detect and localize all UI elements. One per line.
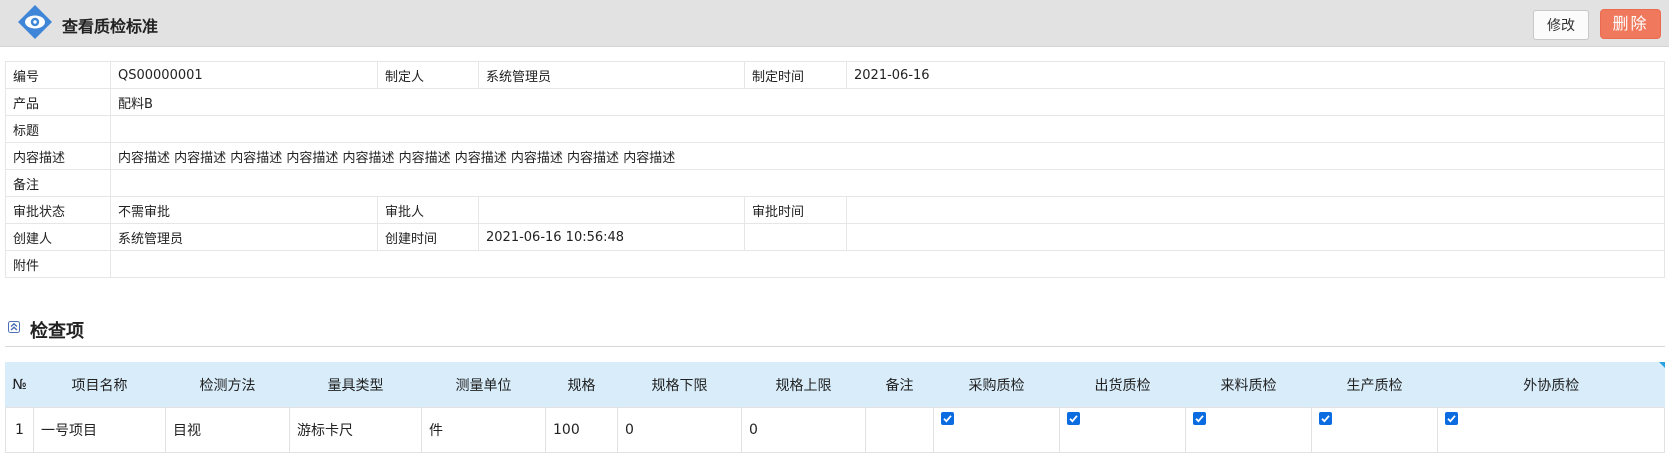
upper-limit-cell: 0 (741, 407, 866, 453)
check-icon (1447, 415, 1456, 423)
remark-label: 备注 (5, 169, 111, 197)
create-time-label: 创建时间 (377, 223, 479, 251)
production-qc-checkbox[interactable] (1319, 412, 1332, 425)
check-icon (1321, 415, 1330, 423)
check-items-table: № 项目名称 检测方法 量具类型 测量单位 规格 规格下限 规格上限 备注 采购… (5, 362, 1665, 453)
detail-row: 内容描述 内容描述 内容描述 内容描述 内容描述 内容描述 内容描述 内容描述 … (5, 142, 1665, 170)
collapse-icon[interactable] (8, 321, 20, 333)
detail-row: 审批状态 不需审批 审批人 审批时间 (5, 196, 1665, 224)
subject-label: 标题 (5, 115, 111, 143)
column-header: № (5, 362, 34, 408)
content-value: 内容描述 内容描述 内容描述 内容描述 内容描述 内容描述 内容描述 内容描述 … (110, 142, 1665, 170)
empty-cell (846, 223, 1665, 251)
attachment-value[interactable] (110, 250, 1665, 278)
edit-button[interactable]: 修改 (1533, 10, 1589, 40)
remark-value (110, 169, 1665, 197)
column-header: 测量单位 (421, 362, 546, 408)
make-time-label: 制定时间 (744, 61, 847, 89)
purchase-qc-checkbox[interactable] (941, 412, 954, 425)
outsource-qc-checkbox[interactable] (1445, 412, 1458, 425)
attachment-label: 附件 (5, 250, 111, 278)
detail-row: 附件 (5, 250, 1665, 278)
approval-time-label: 审批时间 (744, 196, 847, 224)
column-header: 检测方法 (165, 362, 290, 408)
page-header: 查看质检标准 修改 删除 (0, 0, 1669, 47)
code-label: 编号 (5, 61, 111, 89)
production-qc-cell (1311, 407, 1438, 453)
remark-cell (865, 407, 934, 453)
creator-value: 系统管理员 (110, 223, 378, 251)
column-header: 规格下限 (617, 362, 742, 408)
detail-row: 创建人 系统管理员 创建时间 2021-06-16 10:56:48 (5, 223, 1665, 251)
table-row: 1 一号项目 目视 游标卡尺 件 100 0 0 (5, 407, 1665, 453)
column-header: 项目名称 (33, 362, 166, 408)
detail-row: 备注 (5, 169, 1665, 197)
approval-time-value (846, 196, 1665, 224)
section-title: 检查项 (30, 321, 84, 342)
approver-label: 审批人 (377, 196, 479, 224)
check-icon (1069, 415, 1078, 423)
maker-label: 制定人 (377, 61, 479, 89)
column-header: 量具类型 (289, 362, 422, 408)
table-header-row: № 项目名称 检测方法 量具类型 测量单位 规格 规格下限 规格上限 备注 采购… (5, 362, 1665, 408)
creator-label: 创建人 (5, 223, 111, 251)
create-time-value: 2021-06-16 10:56:48 (478, 223, 745, 251)
check-icon (1195, 415, 1204, 423)
empty-cell (744, 223, 847, 251)
subject-value (110, 115, 1665, 143)
maker-value: 系统管理员 (478, 61, 745, 89)
corner-marker (1659, 362, 1665, 368)
purchase-qc-cell (933, 407, 1060, 453)
shipment-qc-cell (1059, 407, 1186, 453)
make-time-value: 2021-06-16 (846, 61, 1665, 89)
product-label: 产品 (5, 88, 111, 116)
item-name-cell: 一号项目 (33, 407, 166, 453)
detail-row: 产品 配料B (5, 88, 1665, 116)
column-header: 来料质检 (1185, 362, 1312, 408)
lower-limit-cell: 0 (617, 407, 742, 453)
delete-button[interactable]: 删除 (1600, 9, 1661, 39)
page-title: 查看质检标准 (62, 17, 159, 36)
column-header: 生产质检 (1311, 362, 1438, 408)
unit-cell: 件 (421, 407, 546, 453)
row-number: 1 (5, 407, 34, 453)
gauge-cell: 游标卡尺 (289, 407, 422, 453)
detail-table: 编号 QS00000001 制定人 系统管理员 制定时间 2021-06-16 … (5, 61, 1665, 278)
outsource-qc-cell (1437, 407, 1665, 453)
column-header: 规格 (545, 362, 618, 408)
detail-row: 标题 (5, 115, 1665, 143)
shipment-qc-checkbox[interactable] (1067, 412, 1080, 425)
spec-cell: 100 (545, 407, 618, 453)
incoming-qc-checkbox[interactable] (1193, 412, 1206, 425)
content-label: 内容描述 (5, 142, 111, 170)
column-header: 出货质检 (1059, 362, 1186, 408)
column-header: 备注 (865, 362, 934, 408)
approval-status-value: 不需审批 (110, 196, 378, 224)
incoming-qc-cell (1185, 407, 1312, 453)
section-divider (5, 346, 1665, 347)
detail-row: 编号 QS00000001 制定人 系统管理员 制定时间 2021-06-16 (5, 61, 1665, 89)
product-value: 配料B (110, 88, 1665, 116)
approver-value (478, 196, 745, 224)
code-value: QS00000001 (110, 61, 378, 89)
column-header: 采购质检 (933, 362, 1060, 408)
check-icon (943, 415, 952, 423)
method-cell: 目视 (165, 407, 290, 453)
column-header: 外协质检 (1437, 362, 1665, 408)
eye-logo-icon (18, 5, 52, 39)
column-header: 规格上限 (741, 362, 866, 408)
approval-status-label: 审批状态 (5, 196, 111, 224)
